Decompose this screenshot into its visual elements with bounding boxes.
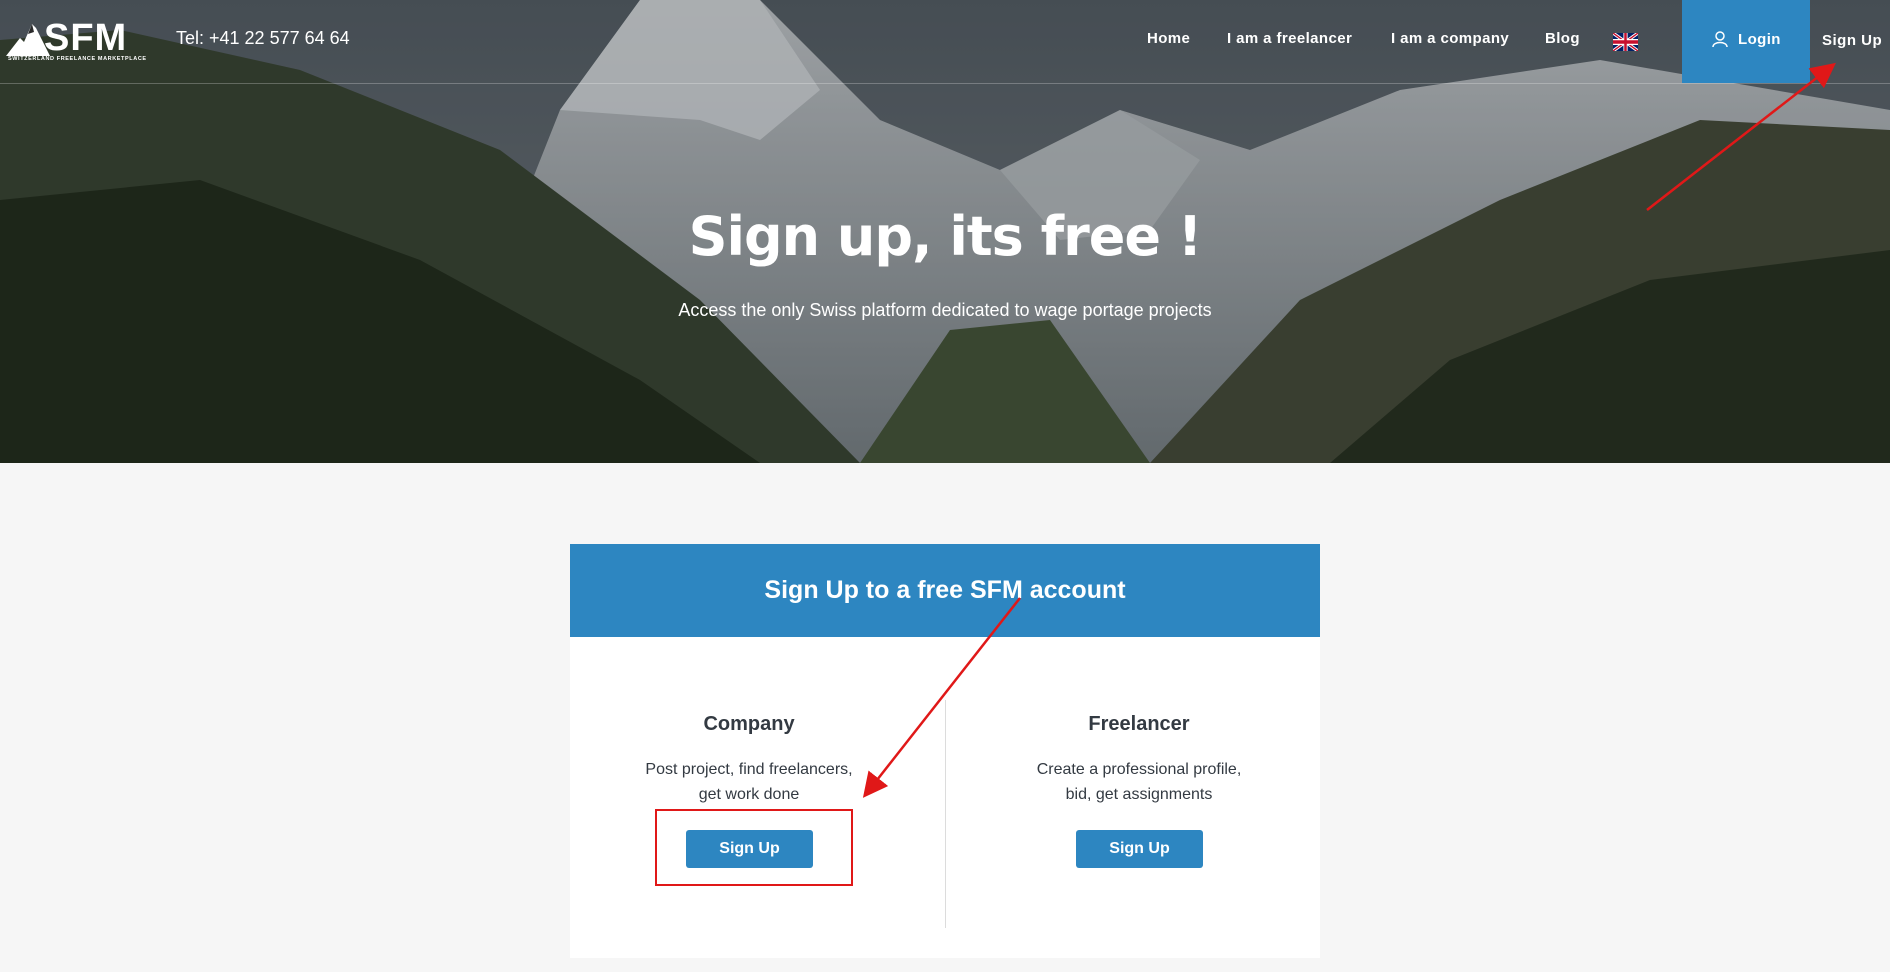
nav-company-link[interactable]: I am a company [1391,30,1509,47]
freelancer-signup-button[interactable]: Sign Up [1076,830,1203,868]
nav-freelancer-link[interactable]: I am a freelancer [1227,30,1352,47]
uk-flag-icon[interactable] [1613,33,1638,51]
hero-section: SFM SWITZERLAND FREELANCE MARKETPLACE Te… [0,0,1890,463]
logo-text: SFM [44,17,128,59]
nav-home-link[interactable]: Home [1147,30,1190,47]
hero-subtitle: Access the only Swiss platform dedicated… [678,300,1212,320]
highlight-box-annotation [655,809,853,886]
company-title: Company [703,713,795,735]
user-icon [1712,31,1728,48]
company-description: Post project, find freelancers, get work… [599,757,899,807]
hero-title: Sign up, its free ! [688,205,1203,268]
nav-blog-link[interactable]: Blog [1545,30,1580,47]
logo-tagline: SWITZERLAND FREELANCE MARKETPLACE [8,56,147,62]
company-desc-line-2: get work done [698,786,800,803]
company-desc-line-1: Post project, find freelancers, [645,761,853,778]
freelancer-title: Freelancer [1088,713,1190,735]
telephone-number: Tel: +41 22 577 64 64 [176,28,350,48]
freelancer-desc-line-1: Create a professional profile, [1036,761,1242,778]
column-divider [945,700,946,928]
freelancer-description: Create a professional profile, bid, get … [989,757,1289,807]
top-navigation-bar: SFM SWITZERLAND FREELANCE MARKETPLACE Te… [0,0,1890,84]
signup-card-header: Sign Up to a free SFM account [570,544,1320,637]
header-signup-link[interactable]: Sign Up [1822,32,1882,49]
login-label: Login [1738,31,1781,48]
sfm-logo[interactable]: SFM SWITZERLAND FREELANCE MARKETPLACE [6,17,146,66]
freelancer-desc-line-2: bid, get assignments [1065,786,1213,803]
login-button[interactable]: Login [1682,0,1810,83]
